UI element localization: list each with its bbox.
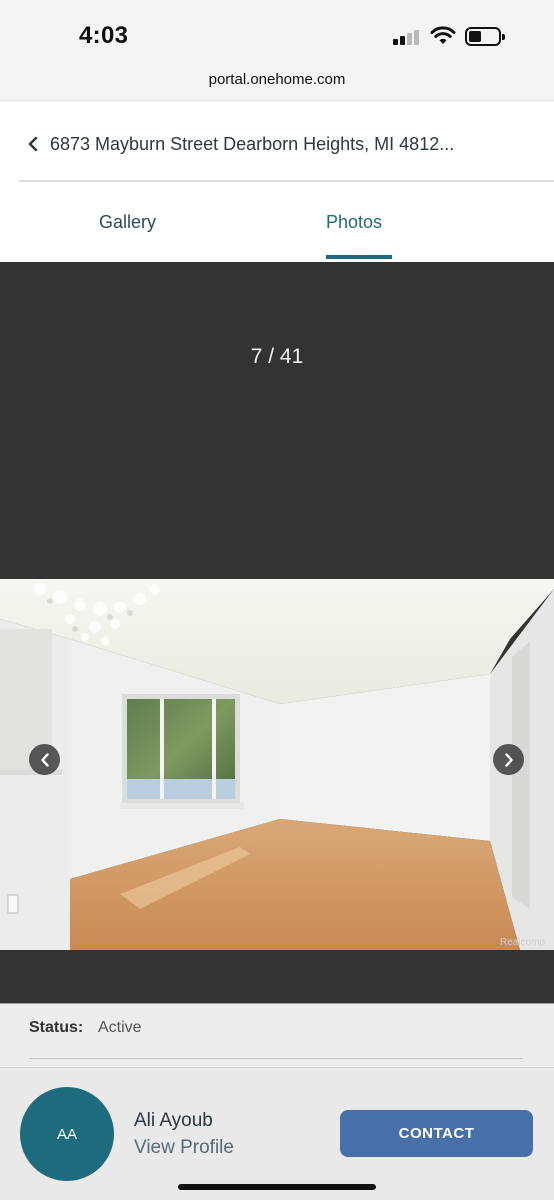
contact-button[interactable]: CONTACT bbox=[340, 1110, 533, 1157]
battery-icon bbox=[465, 27, 505, 46]
clock-time: 4:03 bbox=[79, 22, 129, 49]
agent-name: Ali Ayoub bbox=[134, 1110, 213, 1131]
url-bar[interactable]: portal.onehome.com bbox=[0, 71, 554, 88]
address-header: 6873 Mayburn Street Dearborn Heights, MI… bbox=[0, 100, 554, 180]
status-label: Status: bbox=[29, 1019, 84, 1036]
cellular-signal-icon bbox=[393, 30, 419, 45]
listing-photo[interactable] bbox=[0, 579, 554, 950]
tab-gallery[interactable]: Gallery bbox=[99, 212, 156, 233]
next-photo-button[interactable] bbox=[493, 744, 524, 775]
photo-watermark: Realcomp bbox=[500, 937, 546, 948]
chevron-right-icon bbox=[504, 752, 513, 767]
tab-photos[interactable]: Photos bbox=[326, 212, 382, 233]
photo-counter: 7 / 41 bbox=[250, 345, 304, 368]
listing-details: Status: Active bbox=[0, 1003, 554, 1067]
view-profile-link[interactable]: View Profile bbox=[134, 1137, 234, 1159]
previous-photo-button[interactable] bbox=[29, 744, 60, 775]
listing-address[interactable]: 6873 Mayburn Street Dearborn Heights, MI… bbox=[50, 134, 520, 155]
active-tab-indicator bbox=[326, 255, 392, 259]
wifi-icon bbox=[430, 26, 456, 44]
chevron-left-icon[interactable] bbox=[28, 137, 38, 151]
status-value: Active bbox=[98, 1019, 142, 1036]
divider bbox=[29, 1058, 523, 1059]
avatar[interactable]: AA bbox=[20, 1087, 114, 1181]
chevron-left-icon bbox=[40, 752, 49, 767]
tab-bar: Gallery Photos bbox=[0, 182, 554, 262]
home-indicator bbox=[178, 1184, 376, 1190]
